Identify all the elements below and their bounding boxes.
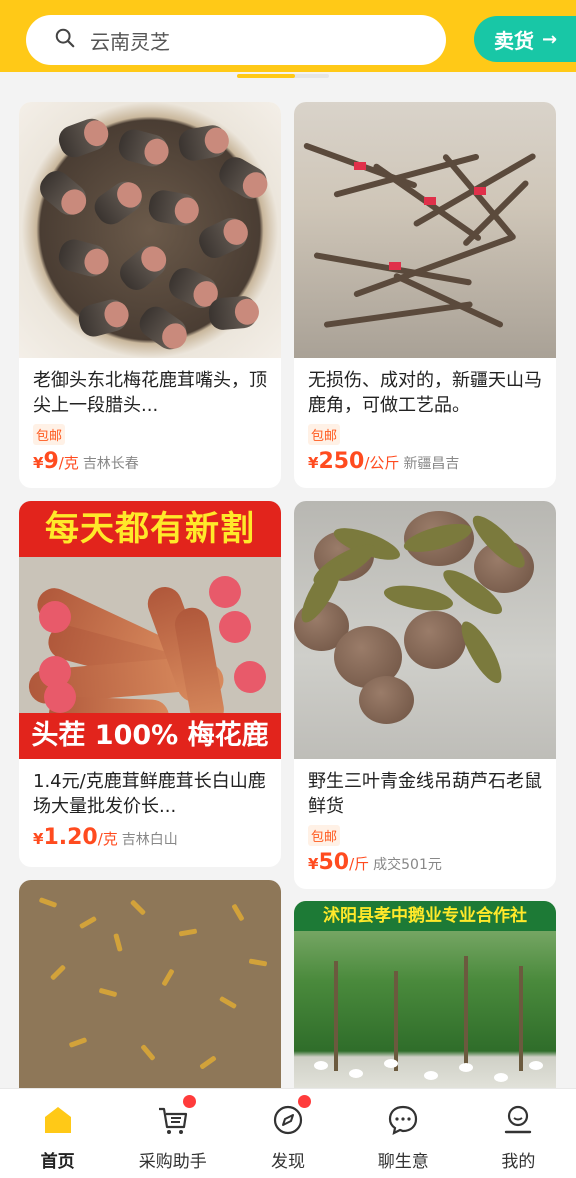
scroll-indicator [237, 74, 329, 78]
home-icon [41, 1103, 75, 1141]
product-image [19, 880, 281, 1100]
chat-icon [386, 1103, 420, 1141]
currency-symbol: ¥ [33, 454, 44, 472]
nav-label: 首页 [40, 1152, 75, 1172]
free-shipping-tag: 包邮 [308, 825, 341, 846]
currency-symbol: ¥ [308, 855, 319, 873]
compass-icon [271, 1103, 305, 1141]
nav-purchase-assistant[interactable]: 采购助手 [115, 1089, 230, 1178]
product-image [294, 501, 556, 759]
nav-label: 聊生意 [377, 1152, 429, 1172]
image-banner-text: 沭阳县孝中鹅业专业合作社 [294, 901, 556, 931]
nav-label: 采购助手 [138, 1152, 207, 1172]
product-title: 无损伤、成对的，新疆天山马鹿角，可做工艺品。 [308, 370, 542, 416]
product-card[interactable]: 无损伤、成对的，新疆天山马鹿角，可做工艺品。 包邮 ¥ 250 /公斤 新疆昌吉 [294, 102, 556, 488]
nav-discover[interactable]: 发现 [230, 1089, 345, 1178]
price-unit: /公斤 [364, 454, 400, 472]
search-bar[interactable]: 云南灵芝 [26, 15, 446, 65]
search-query[interactable]: 云南灵芝 [90, 26, 170, 55]
notification-badge [298, 1095, 312, 1108]
image-banner-text: 每天都有新割 [19, 501, 281, 557]
product-card[interactable]: 沭阳县孝中鹅业专业合作社 [294, 901, 556, 1101]
nav-label: 发现 [271, 1152, 305, 1172]
nav-home[interactable]: 首页 [0, 1089, 115, 1178]
arrow-right-icon: → [542, 28, 558, 50]
product-title: 老御头东北梅花鹿茸嘴头，顶尖上一段腊头... [33, 370, 267, 416]
product-title: 野生三叶青金线吊葫芦石老鼠鲜货 [308, 771, 542, 817]
nav-profile[interactable]: 我的 [461, 1089, 576, 1178]
product-image: 沭阳县孝中鹅业专业合作社 [294, 901, 556, 1101]
currency-symbol: ¥ [308, 454, 319, 472]
bottom-nav: 首页 采购助手 发现 聊生意 我的 [0, 1088, 576, 1178]
product-price: 50 [318, 850, 350, 875]
deal-amount: 成交501元 [373, 857, 442, 873]
notification-badge [183, 1095, 197, 1108]
price-unit: /克 [58, 454, 79, 472]
top-bar: 云南灵芝 卖货 → [0, 0, 576, 72]
price-unit: /克 [97, 830, 118, 848]
nav-label: 我的 [501, 1152, 536, 1172]
free-shipping-tag: 包邮 [33, 424, 66, 445]
image-banner-text: 头茬 100% 梅花鹿 [19, 713, 281, 759]
product-card[interactable]: 每天都有新割 头茬 100% 梅花鹿 1.4元/克鹿茸鲜鹿茸长白山鹿场大量批发价… [19, 501, 281, 867]
product-card[interactable]: 老御头东北梅花鹿茸嘴头，顶尖上一段腊头... 包邮 ¥ 9 /克 吉林长春 [19, 102, 281, 488]
product-card[interactable]: 野生三叶青金线吊葫芦石老鼠鲜货 包邮 ¥ 50 /斤 成交501元 [294, 501, 556, 889]
product-location: 吉林白山 [121, 832, 178, 848]
price-unit: /斤 [349, 855, 370, 873]
product-location: 吉林长春 [82, 456, 139, 472]
sell-button[interactable]: 卖货 → [474, 16, 576, 62]
product-price: 1.20 [43, 825, 98, 850]
free-shipping-tag: 包邮 [308, 424, 341, 445]
profile-icon [501, 1103, 535, 1141]
search-icon [54, 27, 76, 53]
product-price: 250 [318, 449, 365, 474]
sell-button-label: 卖货 [494, 28, 534, 53]
cart-icon [156, 1103, 190, 1141]
product-title: 1.4元/克鹿茸鲜鹿茸长白山鹿场大量批发价长... [33, 771, 266, 817]
product-price: 9 [43, 449, 59, 474]
product-location: 新疆昌吉 [403, 456, 460, 472]
product-image [19, 102, 281, 358]
product-image: 每天都有新割 头茬 100% 梅花鹿 [19, 501, 281, 759]
product-image [294, 102, 556, 358]
product-card[interactable] [19, 880, 281, 1100]
nav-chat[interactable]: 聊生意 [346, 1089, 461, 1178]
currency-symbol: ¥ [33, 830, 44, 848]
